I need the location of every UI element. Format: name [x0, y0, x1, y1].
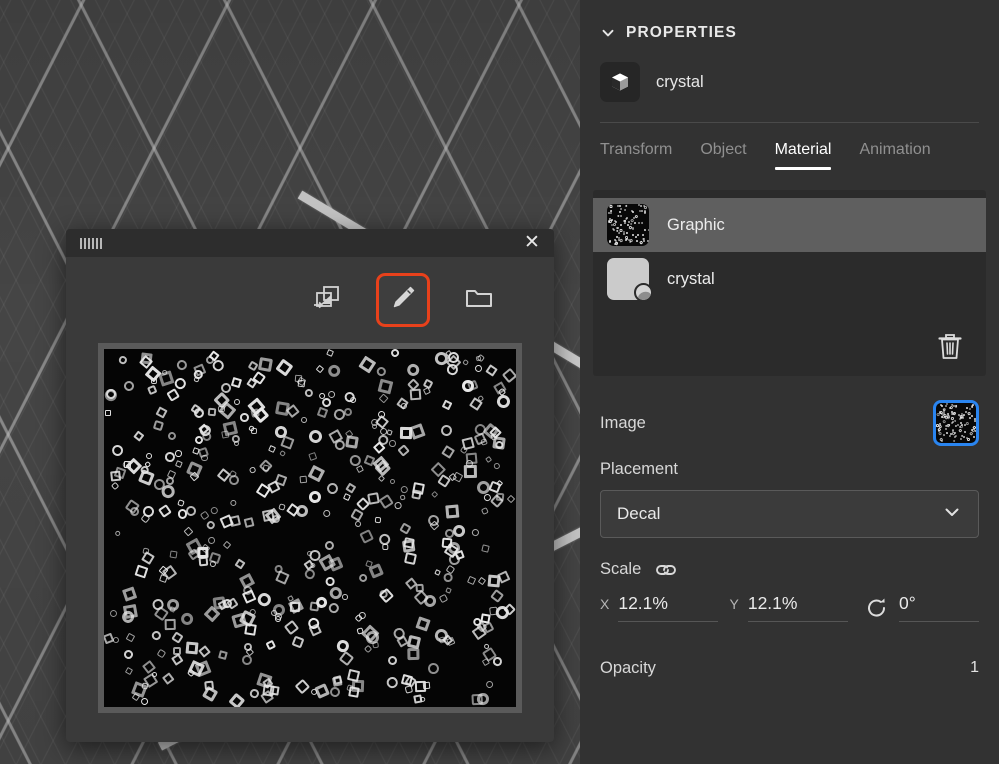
image-editor-dialog[interactable]: ✕	[66, 229, 554, 742]
tab-object[interactable]: Object	[700, 141, 746, 170]
placement-value: Decal	[617, 504, 661, 523]
scale-x-value[interactable]: 12.1%	[618, 593, 719, 622]
scale-fields: X 12.1% Y 12.1% 0°	[600, 593, 979, 622]
scale-header: Scale	[600, 560, 979, 579]
selected-object-row[interactable]: crystal	[580, 42, 999, 102]
properties-panel: PROPERTIES crystal Transform Object Mate…	[580, 0, 999, 764]
image-preview-frame	[98, 343, 522, 713]
rotate-cw-icon[interactable]	[865, 596, 889, 620]
pencil-icon	[388, 283, 418, 318]
close-icon[interactable]: ✕	[522, 233, 542, 253]
material-list: Graphic crystal	[593, 190, 986, 376]
folder-icon	[464, 283, 494, 318]
import-image-icon	[312, 283, 342, 318]
properties-panel-header: PROPERTIES	[580, 0, 999, 42]
rotation-field[interactable]: 0°	[865, 593, 979, 622]
edit-image-button[interactable]	[376, 273, 430, 327]
object-name-label: crystal	[656, 72, 704, 91]
chevron-down-icon	[942, 502, 962, 527]
rotation-value[interactable]: 0°	[899, 593, 979, 622]
drag-handle-icon[interactable]	[80, 237, 102, 249]
property-tabs: Transform Object Material Animation	[580, 123, 999, 170]
tab-transform[interactable]: Transform	[600, 141, 672, 170]
page-title: PROPERTIES	[626, 24, 737, 41]
image-preview[interactable]	[104, 349, 516, 707]
scale-x-axis-label: X	[600, 596, 610, 612]
image-label: Image	[600, 413, 646, 432]
material-thumbnail	[607, 258, 653, 302]
open-folder-button[interactable]	[452, 273, 506, 327]
dialog-toolbar	[66, 257, 554, 343]
material-thumbnail	[607, 204, 649, 246]
placement-label: Placement	[600, 460, 678, 478]
scale-y-axis-label: Y	[729, 596, 739, 612]
scale-x-field[interactable]: X 12.1%	[600, 593, 730, 622]
placement-dropdown[interactable]: Decal	[600, 490, 979, 538]
list-item[interactable]: Graphic	[593, 198, 986, 252]
scale-y-value[interactable]: 12.1%	[747, 593, 848, 622]
placement-section: Placement Decal	[580, 448, 999, 538]
tab-animation[interactable]: Animation	[859, 141, 930, 170]
cube-icon	[600, 62, 640, 102]
material-name-label: Graphic	[667, 215, 725, 234]
image-property-row: Image	[580, 398, 999, 448]
material-name-label: crystal	[667, 269, 715, 288]
link-icon[interactable]	[655, 562, 677, 578]
opacity-row: Opacity 1	[580, 650, 999, 686]
chevron-down-icon[interactable]	[600, 25, 616, 41]
trash-icon[interactable]	[936, 332, 964, 362]
import-image-button[interactable]	[300, 273, 354, 327]
application-root: ✕ PROPERTIES crystal Transform Object Ma…	[0, 0, 999, 764]
image-thumbnail[interactable]	[933, 400, 979, 446]
dialog-titlebar[interactable]: ✕	[66, 229, 554, 257]
opacity-value[interactable]: 1	[970, 659, 979, 677]
scale-y-field[interactable]: Y 12.1%	[730, 593, 860, 622]
sphere-badge-icon	[634, 283, 653, 302]
scale-section: Scale X 12.1% Y 12.1% 0°	[580, 538, 999, 622]
opacity-label: Opacity	[600, 658, 656, 677]
tab-material[interactable]: Material	[774, 141, 831, 170]
list-item[interactable]: crystal	[593, 252, 986, 306]
scale-label: Scale	[600, 560, 642, 578]
